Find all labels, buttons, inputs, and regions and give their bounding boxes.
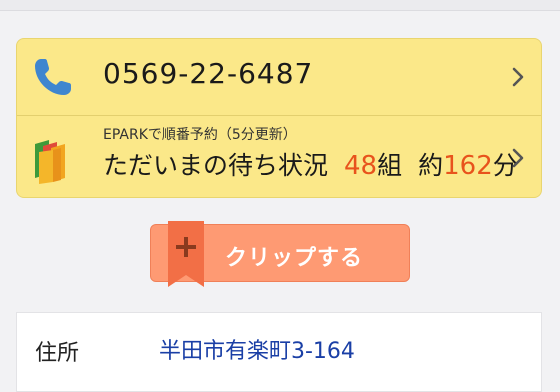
clip-button-label: クリップする (225, 246, 364, 271)
phone-row[interactable]: 0569-22-6487 (17, 39, 541, 115)
plus-bookmark-icon (168, 221, 204, 287)
wait-status-text: ただいまの待ち状況 48 組 約 162 分 (103, 146, 518, 182)
top-strip (0, 0, 560, 11)
epark-books-icon (35, 140, 65, 184)
phone-number: 0569-22-6487 (103, 57, 314, 90)
address-label: 住所 (35, 341, 80, 366)
chevron-right-icon (512, 67, 524, 87)
address-row: 住所 半田市有楽町3-164 (16, 312, 542, 392)
wait-status-row[interactable]: EPARKで順番予約（5分更新） ただいまの待ち状況 48 組 約 162 分 (17, 115, 541, 197)
chevron-right-icon (512, 148, 524, 168)
info-card: 0569-22-6487 EPARKで順番予約（5分更新） ただいまの待ち状況 … (16, 38, 542, 198)
address-link[interactable]: 半田市有楽町3-164 (159, 333, 355, 365)
wait-subtitle: EPARKで順番予約（5分更新） (103, 127, 297, 143)
phone-icon (35, 59, 71, 95)
wait-groups-unit: 組 (377, 151, 403, 180)
wait-groups-value: 48 (344, 151, 378, 181)
clip-button[interactable]: クリップする (150, 221, 410, 287)
wait-approx-prefix: 約 (418, 151, 444, 180)
wait-label: ただいまの待ち状況 (103, 151, 329, 180)
wait-minutes-value: 162 (443, 151, 493, 181)
